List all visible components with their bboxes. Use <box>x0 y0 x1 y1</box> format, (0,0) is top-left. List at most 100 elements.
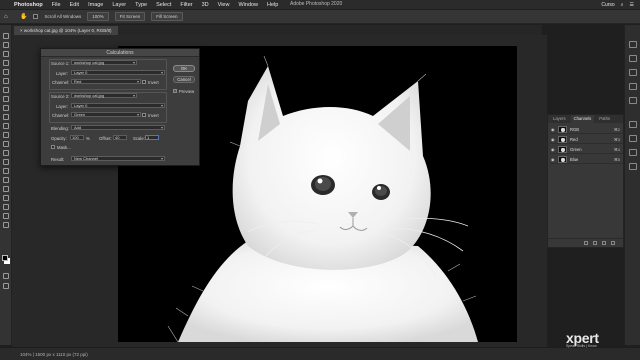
source2-label: Source 2: <box>51 94 70 99</box>
home-icon[interactable]: ⌂ <box>4 14 8 20</box>
fill-screen-button[interactable]: Fill Screen <box>151 12 183 21</box>
more-tools-icon[interactable] <box>3 222 9 228</box>
channel1-select[interactable]: Red <box>71 79 141 84</box>
ok-button[interactable]: OK <box>173 65 195 72</box>
type-tool-icon[interactable] <box>3 177 9 183</box>
foreground-color-swatch[interactable] <box>2 255 8 261</box>
menu-filter[interactable]: Filter <box>180 2 192 8</box>
result-select[interactable]: New Channel <box>71 156 165 161</box>
history-brush-tool-icon[interactable] <box>3 123 9 129</box>
quick-mask-icon[interactable] <box>3 273 9 279</box>
marquee-tool-icon[interactable] <box>3 42 9 48</box>
dodge-tool-icon[interactable] <box>3 159 9 165</box>
pen-tool-icon[interactable] <box>3 168 9 174</box>
hand-tool-icon: ✋ <box>20 14 28 20</box>
menu-view[interactable]: View <box>218 2 230 8</box>
preview-checkbox[interactable] <box>173 89 177 93</box>
paragraph-panel-icon[interactable] <box>629 163 637 170</box>
layer2-select[interactable]: Layer 0 <box>71 103 165 108</box>
tab-channels[interactable]: Channels <box>570 115 595 123</box>
visibility-eye-icon[interactable]: ◉ <box>551 127 555 132</box>
menu-file[interactable]: File <box>52 2 61 8</box>
menu-list-icon[interactable]: ☰ <box>630 2 634 8</box>
menu-3d[interactable]: 3D <box>202 2 209 8</box>
tab-layers[interactable]: Layers <box>550 115 569 123</box>
invert1-checkbox[interactable] <box>142 80 146 84</box>
offset-input[interactable]: 40 <box>113 135 127 140</box>
source2-select[interactable]: workshop cat.jpg <box>71 93 137 98</box>
right-dock <box>624 25 640 345</box>
panel-tabs: Layers Channels Paths <box>548 115 623 123</box>
menu-edit[interactable]: Edit <box>70 2 79 8</box>
delete-channel-icon[interactable] <box>611 241 615 245</box>
brush-tool-icon[interactable] <box>3 105 9 111</box>
menu-window[interactable]: Window <box>238 2 258 8</box>
adjustments-panel-icon[interactable] <box>629 97 637 104</box>
mask-checkbox[interactable] <box>51 145 55 149</box>
scroll-all-windows-checkbox[interactable] <box>33 14 39 19</box>
libraries-panel-icon[interactable] <box>629 69 637 76</box>
xpert-watermark: xpert Speak Skills | Know <box>566 330 599 348</box>
layer1-select[interactable]: Layer 0 <box>71 70 165 75</box>
channel-row-red[interactable]: ◉ Red ⌘3 <box>550 135 623 144</box>
channel-row-rgb[interactable]: ◉ RGB ⌘2 <box>550 125 623 134</box>
quick-select-tool-icon[interactable] <box>3 60 9 66</box>
menu-help[interactable]: Help <box>267 2 278 8</box>
channel-row-blue[interactable]: ◉ Blue ⌘5 <box>550 155 623 164</box>
watermark-tagline: Speak Skills | Know <box>566 344 597 348</box>
channel-thumbnail <box>558 156 567 163</box>
scale-input[interactable]: 1 <box>145 135 159 140</box>
color-panel-icon[interactable] <box>629 41 637 48</box>
menu-layer[interactable]: Layer <box>112 2 126 8</box>
hand-tool-sidebar-icon[interactable] <box>3 204 9 210</box>
gradient-tool-icon[interactable] <box>3 141 9 147</box>
path-select-tool-icon[interactable] <box>3 186 9 192</box>
healing-brush-tool-icon[interactable] <box>3 96 9 102</box>
scale-label: Scale: <box>133 136 145 141</box>
character-panel-icon[interactable] <box>629 149 637 156</box>
invert1-label: Invert <box>148 80 159 85</box>
invert2-checkbox[interactable] <box>142 113 146 117</box>
load-selection-icon[interactable] <box>584 241 588 245</box>
source1-label: Source 1: <box>51 61 70 66</box>
blur-tool-icon[interactable] <box>3 150 9 156</box>
save-selection-icon[interactable] <box>593 241 597 245</box>
channel-row-green[interactable]: ◉ Green ⌘4 <box>550 145 623 154</box>
visibility-eye-icon[interactable]: ◉ <box>551 137 555 142</box>
frame-tool-icon[interactable] <box>3 78 9 84</box>
blending-select[interactable]: Add <box>71 125 165 130</box>
screen-mode-icon[interactable] <box>3 283 9 289</box>
menu-image[interactable]: Image <box>88 2 103 8</box>
move-tool-icon[interactable] <box>3 33 9 39</box>
visibility-eye-icon[interactable]: ◉ <box>551 147 555 152</box>
cancel-button[interactable]: Cancel <box>173 76 195 83</box>
channel-name: RGB <box>570 127 580 132</box>
calculations-dialog: Calculations Source 1: workshop cat.jpg … <box>40 48 200 166</box>
channel2-select[interactable]: Green <box>71 112 141 117</box>
eraser-tool-icon[interactable] <box>3 132 9 138</box>
channels-panel: Layers Channels Paths ◉ RGB ⌘2 ◉ Red ⌘3 … <box>547 114 624 248</box>
opacity-input[interactable]: 100 <box>70 135 84 140</box>
menu-app-name[interactable]: Photoshop <box>14 2 43 8</box>
status-item-curso[interactable]: Curso <box>601 2 614 8</box>
lasso-tool-icon[interactable] <box>3 51 9 57</box>
swatches-panel-icon[interactable] <box>629 55 637 62</box>
search-icon[interactable]: ⌕ <box>621 2 624 8</box>
fit-screen-button[interactable]: Fit Screen <box>114 12 146 21</box>
menu-select[interactable]: Select <box>156 2 171 8</box>
document-tab[interactable]: × workshop cat.jpg @ 104% (Layer 0, RGB/… <box>14 26 118 35</box>
rectangle-tool-icon[interactable] <box>3 195 9 201</box>
clone-stamp-tool-icon[interactable] <box>3 114 9 120</box>
menu-type[interactable]: Type <box>135 2 147 8</box>
source1-select[interactable]: workshop cat.jpg <box>71 60 137 65</box>
history-panel-icon[interactable] <box>629 121 637 128</box>
crop-tool-icon[interactable] <box>3 69 9 75</box>
zoom-tool-icon[interactable] <box>3 213 9 219</box>
eyedropper-tool-icon[interactable] <box>3 87 9 93</box>
tab-paths[interactable]: Paths <box>596 115 613 123</box>
visibility-eye-icon[interactable]: ◉ <box>551 157 555 162</box>
properties-panel-icon[interactable] <box>629 83 637 90</box>
new-channel-icon[interactable] <box>602 241 606 245</box>
zoom-100-button[interactable]: 100% <box>87 12 109 21</box>
actions-panel-icon[interactable] <box>629 135 637 142</box>
